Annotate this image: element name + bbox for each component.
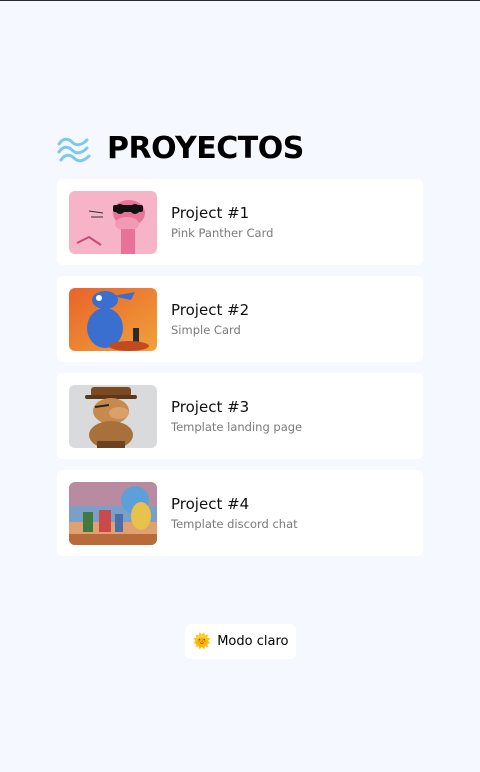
project-card-4[interactable]: Project #4 Template discord chat bbox=[57, 470, 423, 556]
project-subtitle: Template landing page bbox=[171, 420, 303, 434]
sun-icon: 🌞 bbox=[192, 633, 212, 650]
project-subtitle: Pink Panther Card bbox=[171, 226, 274, 240]
light-mode-toggle-button[interactable]: 🌞 Modo claro bbox=[185, 624, 296, 659]
cartoon-scene-image bbox=[69, 481, 157, 545]
project-title: Project #3 bbox=[171, 398, 250, 416]
project-title: Project #2 bbox=[171, 301, 250, 319]
tailwind-waves-icon bbox=[57, 137, 91, 163]
page-header: PROYECTOS bbox=[57, 131, 304, 167]
project-card-2[interactable]: Project #2 Simple Card bbox=[57, 276, 423, 362]
blue-cartoon-image bbox=[69, 287, 157, 351]
project-card-1[interactable]: Project #1 Pink Panther Card bbox=[57, 179, 423, 265]
mode-toggle-label: Modo claro bbox=[217, 634, 289, 649]
project-title: Project #4 bbox=[171, 495, 250, 513]
inspector-figure-image bbox=[69, 384, 157, 448]
page-title: PROYECTOS bbox=[107, 131, 304, 166]
project-title: Project #1 bbox=[171, 204, 250, 222]
pink-panther-image bbox=[69, 190, 157, 254]
project-card-3[interactable]: Project #3 Template landing page bbox=[57, 373, 423, 459]
project-subtitle: Template discord chat bbox=[171, 517, 298, 531]
project-subtitle: Simple Card bbox=[171, 323, 241, 337]
project-list: Project #1 Pink Panther Card Project #2 … bbox=[57, 179, 423, 567]
